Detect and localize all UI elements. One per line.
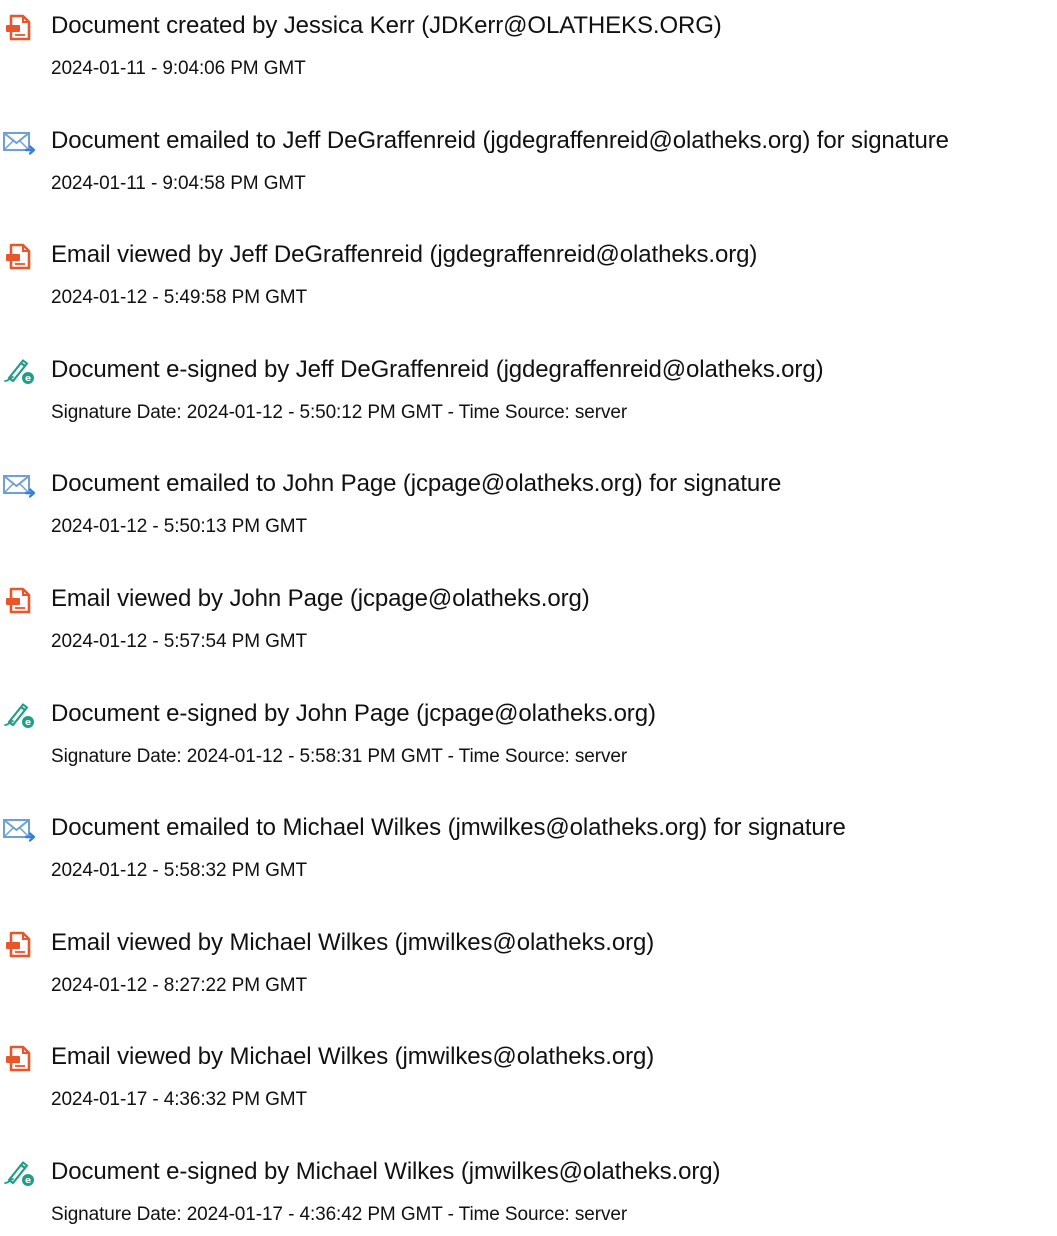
event-title: Document created by Jessica Kerr (JDKerr… [51,12,722,39]
audit-event: Email viewed by Michael Wilkes (jmwilkes… [0,917,1057,1007]
audit-event: Document created by Jessica Kerr (JDKerr… [0,0,1057,90]
event-title: Email viewed by John Page (jcpage@olathe… [51,585,590,612]
event-timestamp: 2024-01-11 - 9:04:06 PM GMT [51,58,306,79]
audit-event: e Document e-signed by Jeff DeGraffenrei… [0,344,1057,434]
audit-event: Document emailed to John Page (jcpage@ol… [0,458,1057,548]
event-timestamp: 2024-01-12 - 5:58:32 PM GMT [51,860,308,882]
event-timestamp: 2024-01-11 - 9:04:58 PM GMT [51,172,306,194]
event-title: Document e-signed by John Page (jcpage@o… [51,699,656,727]
email-sent-icon [2,470,36,500]
audit-event: Email viewed by Jeff DeGraffenreid (jgde… [0,229,1057,319]
svg-text:e: e [25,1176,31,1186]
event-timestamp: Signature Date: 2024-01-17 - 4:36:42 PM … [51,1204,628,1225]
event-title: Document emailed to Michael Wilkes (jmwi… [51,814,846,842]
event-timestamp: 2024-01-12 - 5:50:13 PM GMT [51,516,308,538]
document-viewed-icon [2,241,36,271]
event-timestamp: 2024-01-12 - 5:57:54 PM GMT [51,631,308,652]
audit-event: Document emailed to Jeff DeGraffenreid (… [0,115,1057,205]
event-timestamp: 2024-01-17 - 4:36:32 PM GMT [51,1089,308,1111]
document-created-icon [2,12,36,42]
event-title: Email viewed by Michael Wilkes (jmwilkes… [51,1043,655,1071]
e-sign-pen-icon: e [2,356,36,386]
svg-text:e: e [25,718,31,728]
document-viewed-icon [2,929,36,959]
audit-event: Document emailed to Michael Wilkes (jmwi… [0,802,1057,892]
event-title: Document emailed to Jeff DeGraffenreid (… [51,126,949,154]
event-timestamp: Signature Date: 2024-01-12 - 5:58:31 PM … [51,745,628,767]
audit-event: Email viewed by John Page (jcpage@olathe… [0,573,1057,663]
email-sent-icon [2,127,36,157]
event-title: Document emailed to John Page (jcpage@ol… [51,470,782,498]
svg-text:e: e [25,374,31,384]
audit-event: Email viewed by Michael Wilkes (jmwilkes… [0,1031,1057,1121]
document-viewed-icon [2,585,36,615]
e-sign-pen-icon: e [2,700,36,730]
e-sign-pen-icon: e [2,1158,36,1188]
document-viewed-icon [2,1043,36,1073]
event-timestamp: Signature Date: 2024-01-12 - 5:50:12 PM … [51,401,628,423]
audit-event: e Document e-signed by John Page (jcpage… [0,688,1057,778]
event-timestamp: 2024-01-12 - 8:27:22 PM GMT [51,974,308,996]
event-title: Email viewed by Michael Wilkes (jmwilkes… [51,928,655,956]
event-timestamp: 2024-01-12 - 5:49:58 PM GMT [51,287,308,309]
email-sent-icon [2,814,36,844]
event-title: Document e-signed by Michael Wilkes (jmw… [51,1158,721,1185]
audit-event: e Document e-signed by Michael Wilkes (j… [0,1146,1057,1236]
event-title: Email viewed by Jeff DeGraffenreid (jgde… [51,241,758,269]
event-title: Document e-signed by Jeff DeGraffenreid … [51,355,824,383]
